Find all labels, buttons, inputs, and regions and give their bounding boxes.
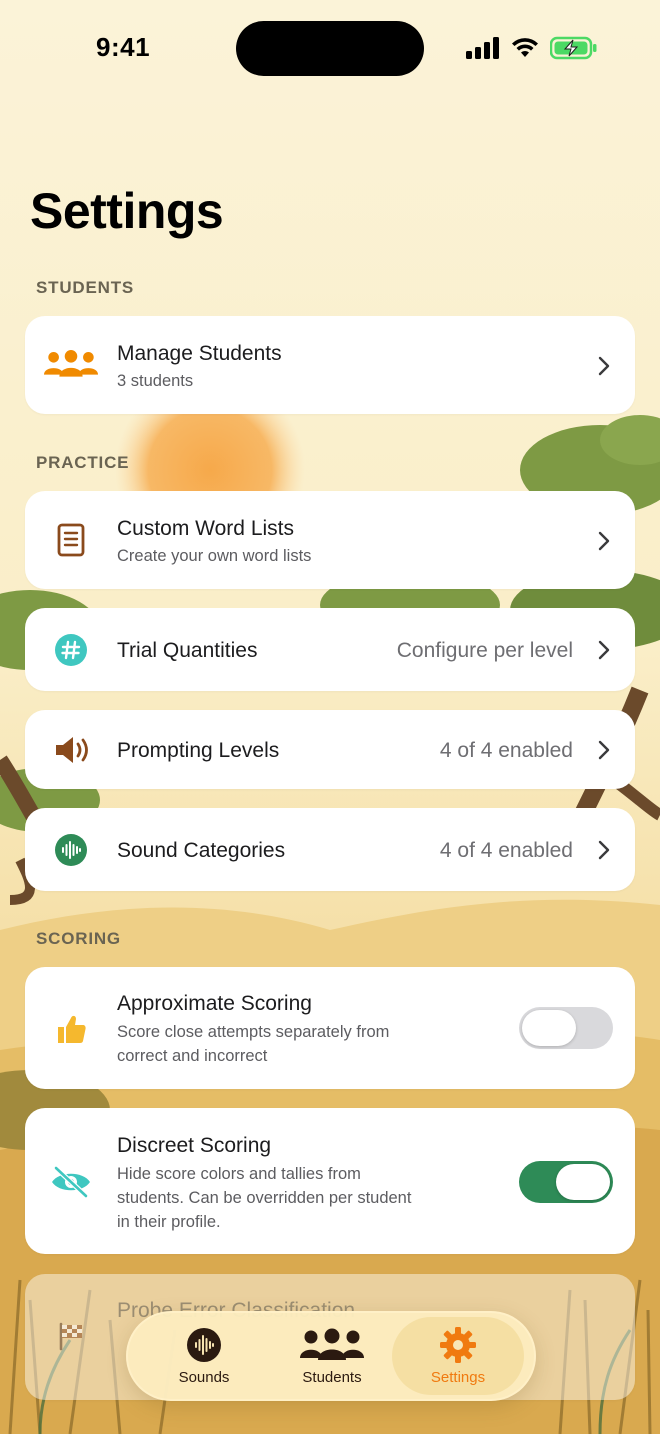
row-subtitle: in their profile. (117, 1213, 221, 1231)
people-icon (299, 1323, 365, 1367)
thumbs-up-icon (53, 1011, 89, 1047)
wifi-icon (512, 38, 538, 57)
list-icon (53, 522, 89, 558)
tab-sounds[interactable]: Sounds (138, 1317, 270, 1395)
chevron-right-icon (598, 640, 610, 660)
tab-label: Sounds (178, 1369, 230, 1386)
section-header-students: STUDENTS (36, 278, 135, 297)
page-title: Settings (30, 183, 224, 239)
chevron-right-icon (598, 531, 610, 551)
row-title: Discreet Scoring (117, 1134, 272, 1157)
tab-label: Students (302, 1369, 362, 1386)
row-value: 4 of 4 enabled (439, 739, 573, 762)
row-title: Sound Categories (117, 839, 286, 862)
section-header-practice: PRACTICE (36, 453, 130, 472)
tab-label: Settings (430, 1369, 486, 1386)
chevron-right-icon (598, 840, 610, 860)
row-subtitle: Score close attempts separately from (117, 1023, 390, 1041)
people-icon (43, 347, 99, 383)
discreet-scoring-row: Discreet Scoring Hide score colors and t… (25, 1108, 635, 1254)
sound-categories-row[interactable]: Sound Categories 4 of 4 enabled (25, 808, 635, 891)
row-title: Trial Quantities (117, 639, 258, 662)
row-value: 4 of 4 enabled (439, 839, 573, 862)
dynamic-island (236, 21, 424, 76)
tab-settings[interactable]: Settings (392, 1317, 524, 1395)
custom-word-lists-row[interactable]: Custom Word Lists Create your own word l… (25, 491, 635, 589)
gear-icon (439, 1323, 477, 1367)
flag-icon (53, 1318, 89, 1354)
row-subtitle: correct and incorrect (117, 1047, 268, 1065)
row-subtitle: Hide score colors and tallies from (117, 1165, 361, 1183)
waveform-icon (53, 832, 89, 868)
trial-quantities-row[interactable]: Trial Quantities Configure per level (25, 608, 635, 691)
battery-charging-icon (550, 36, 597, 60)
approximate-scoring-toggle[interactable] (519, 1007, 613, 1049)
prompting-levels-row[interactable]: Prompting Levels 4 of 4 enabled (25, 710, 635, 789)
hash-icon (53, 632, 89, 668)
cellular-signal-icon (466, 37, 499, 59)
chevron-right-icon (598, 740, 610, 760)
section-header-scoring: SCORING (36, 929, 121, 948)
status-icons (466, 34, 598, 62)
row-title: Manage Students (117, 342, 282, 365)
waveform-icon (186, 1323, 222, 1367)
status-time: 9:41 (96, 32, 151, 62)
row-subtitle: students. Can be overridden per student (117, 1189, 412, 1207)
speaker-icon (53, 732, 93, 768)
row-title: Approximate Scoring (117, 992, 312, 1015)
row-subtitle: 3 students (117, 372, 194, 390)
tab-bar: Sounds Students Settings (126, 1311, 536, 1401)
row-title: Custom Word Lists (117, 517, 294, 540)
toggle-knob (522, 1010, 576, 1046)
toggle-knob (556, 1164, 610, 1200)
chevron-right-icon (598, 356, 610, 376)
manage-students-row[interactable]: Manage Students 3 students (25, 316, 635, 414)
row-value: Configure per level (396, 639, 573, 662)
row-subtitle: Create your own word lists (117, 547, 312, 565)
row-title: Prompting Levels (117, 739, 280, 762)
discreet-scoring-toggle[interactable] (519, 1161, 613, 1203)
approximate-scoring-row: Approximate Scoring Score close attempts… (25, 967, 635, 1089)
eye-slash-icon (50, 1164, 92, 1200)
tab-students[interactable]: Students (266, 1317, 398, 1395)
